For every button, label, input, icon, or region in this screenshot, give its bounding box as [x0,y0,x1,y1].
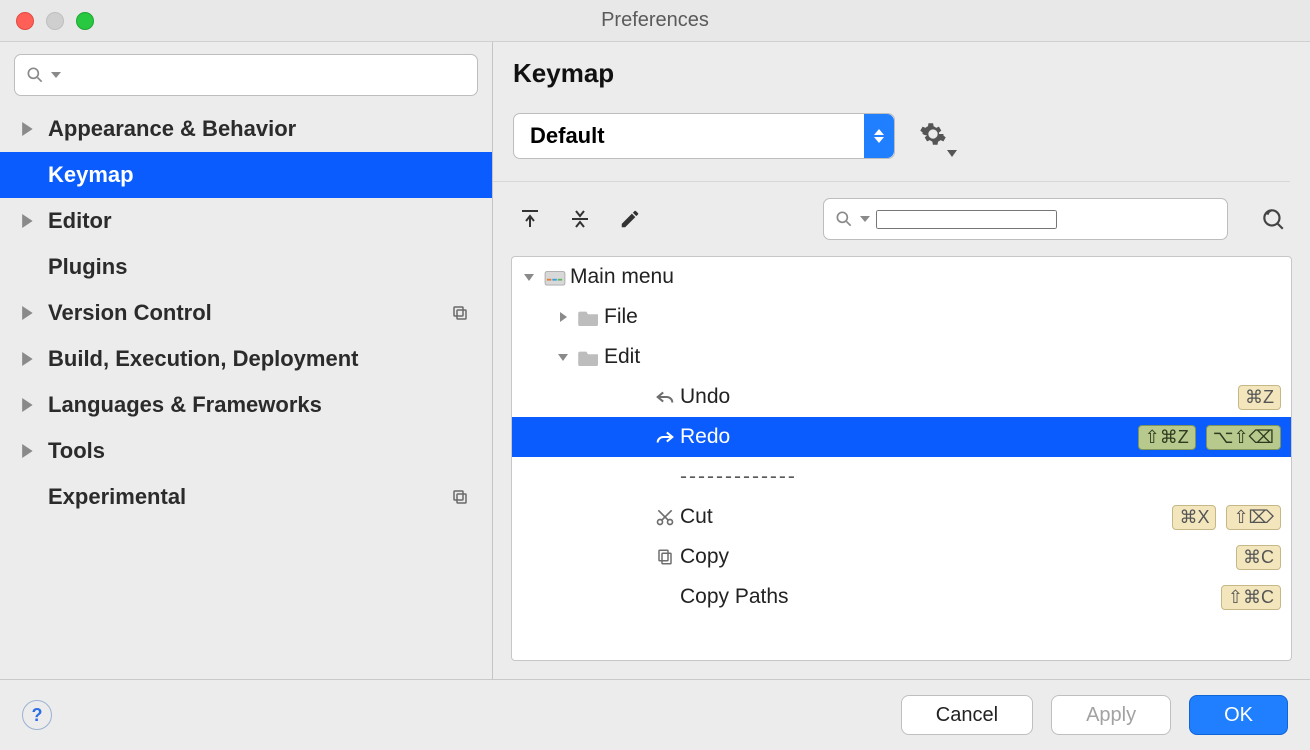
tree-row-undo[interactable]: Undo⌘Z [512,377,1291,417]
expand-arrow-icon [22,214,48,228]
close-window-button[interactable] [16,12,34,30]
keymap-scheme-select[interactable]: Default [513,113,895,159]
sidebar-item-appearance-behavior[interactable]: Appearance & Behavior [0,106,492,152]
select-caret [864,114,894,158]
actions-tree[interactable]: Main menu File Edit Undo⌘Z Redo⇧⌘Z ⌥⇧⌫ -------… [511,256,1292,661]
sidebar-item-version-control[interactable]: Version Control [0,290,492,336]
shortcut-badge: ⌘Z [1238,385,1281,410]
undo-icon [650,389,680,405]
sidebar-item-experimental[interactable]: Experimental [0,474,492,520]
sidebar-item-label: Plugins [48,254,446,280]
shortcut-badge: ⇧⌘Z [1138,425,1196,450]
expand-arrow-icon [22,352,48,366]
expand-all-button[interactable] [513,202,547,236]
tree-row-label: Main menu [570,265,1281,289]
cancel-button[interactable]: Cancel [901,695,1033,735]
page-title: Keymap [493,42,1310,95]
tree-separator: ------------- [512,457,1291,497]
main-panel: Keymap Default [493,42,1310,679]
search-icon [25,65,45,85]
tree-row-label: Copy [680,545,1236,569]
shortcut-badges: ⌘Z [1238,385,1281,410]
footer: ? Cancel Apply OK [0,680,1310,750]
expand-arrow-icon [552,311,574,323]
sidebar-search-input[interactable] [14,54,478,96]
project-settings-icon [446,488,474,506]
find-by-shortcut-button[interactable] [1256,202,1290,236]
sidebar-item-tools[interactable]: Tools [0,428,492,474]
copy-icon [650,547,680,567]
actions-filter-input[interactable] [823,198,1228,240]
titlebar: Preferences [0,0,1310,42]
tree-row-redo[interactable]: Redo⇧⌘Z ⌥⇧⌫ [512,417,1291,457]
chevron-down-icon [860,214,870,224]
redo-icon [650,429,680,445]
minimize-window-button [46,12,64,30]
shortcut-badge: ⌘C [1236,545,1281,570]
collapse-arrow-icon [552,351,574,363]
expand-arrow-icon [22,444,48,458]
search-icon [834,209,854,229]
ok-button[interactable]: OK [1189,695,1288,735]
sidebar-item-label: Tools [48,438,446,464]
sidebar-item-languages-frameworks[interactable]: Languages & Frameworks [0,382,492,428]
tree-row-edit[interactable]: Edit [512,337,1291,377]
gear-icon[interactable] [919,120,957,153]
shortcut-badges: ⇧⌘C [1221,585,1281,610]
tree-row-file[interactable]: File [512,297,1291,337]
sidebar-item-keymap[interactable]: Keymap [0,152,492,198]
tree-row-label: File [604,305,1281,329]
tree-row-cut[interactable]: Cut⌘X ⇧⌦ [512,497,1291,537]
shortcut-badge: ⌥⇧⌫ [1206,425,1281,450]
project-settings-icon [446,304,474,322]
sidebar-item-label: Version Control [48,300,446,326]
sidebar-item-build-execution-deployment[interactable]: Build, Execution, Deployment [0,336,492,382]
tree-row-copy-paths[interactable]: Copy Paths⇧⌘C [512,577,1291,617]
scheme-selected-value: Default [530,123,605,149]
shortcut-badges: ⌘X ⇧⌦ [1172,505,1281,530]
menu-folder-icon [540,268,570,286]
tree-row-label: Undo [680,385,1238,409]
collapse-arrow-icon [518,271,540,283]
expand-arrow-icon [22,122,48,136]
window-controls [16,12,94,30]
tree-row-label: Redo [680,425,1138,449]
sidebar-item-label: Editor [48,208,446,234]
tree-row-label: ------------- [680,465,1281,489]
cut-icon [650,507,680,527]
collapse-all-button[interactable] [563,202,597,236]
sidebar-item-editor[interactable]: Editor [0,198,492,244]
shortcut-badge: ⇧⌘C [1221,585,1281,610]
zoom-window-button[interactable] [76,12,94,30]
help-button[interactable]: ? [22,700,52,730]
shortcut-badges: ⌘C [1236,545,1281,570]
sidebar-item-label: Experimental [48,484,446,510]
tree-row-main-menu[interactable]: Main menu [512,257,1291,297]
tree-row-copy[interactable]: Copy⌘C [512,537,1291,577]
sidebar-item-label: Keymap [48,162,446,188]
expand-arrow-icon [22,306,48,320]
shortcut-badge: ⇧⌦ [1226,505,1281,530]
window-title: Preferences [0,9,1310,32]
tree-row-label: Copy Paths [680,585,1221,609]
shortcut-badge: ⌘X [1172,505,1216,530]
sidebar: Appearance & Behavior Keymap Editor Plugins… [0,42,493,679]
folder-icon [574,308,604,326]
sidebar-item-label: Build, Execution, Deployment [48,346,446,372]
tree-row-label: Edit [604,345,1281,369]
tree-row-label: Cut [680,505,1172,529]
sidebar-item-label: Appearance & Behavior [48,116,446,142]
expand-arrow-icon [22,398,48,412]
sidebar-item-label: Languages & Frameworks [48,392,446,418]
apply-button[interactable]: Apply [1051,695,1171,735]
edit-shortcut-button[interactable] [613,202,647,236]
folder-icon [574,348,604,366]
shortcut-badges: ⇧⌘Z ⌥⇧⌫ [1138,425,1281,450]
sidebar-item-plugins[interactable]: Plugins [0,244,492,290]
chevron-down-icon [51,70,61,80]
